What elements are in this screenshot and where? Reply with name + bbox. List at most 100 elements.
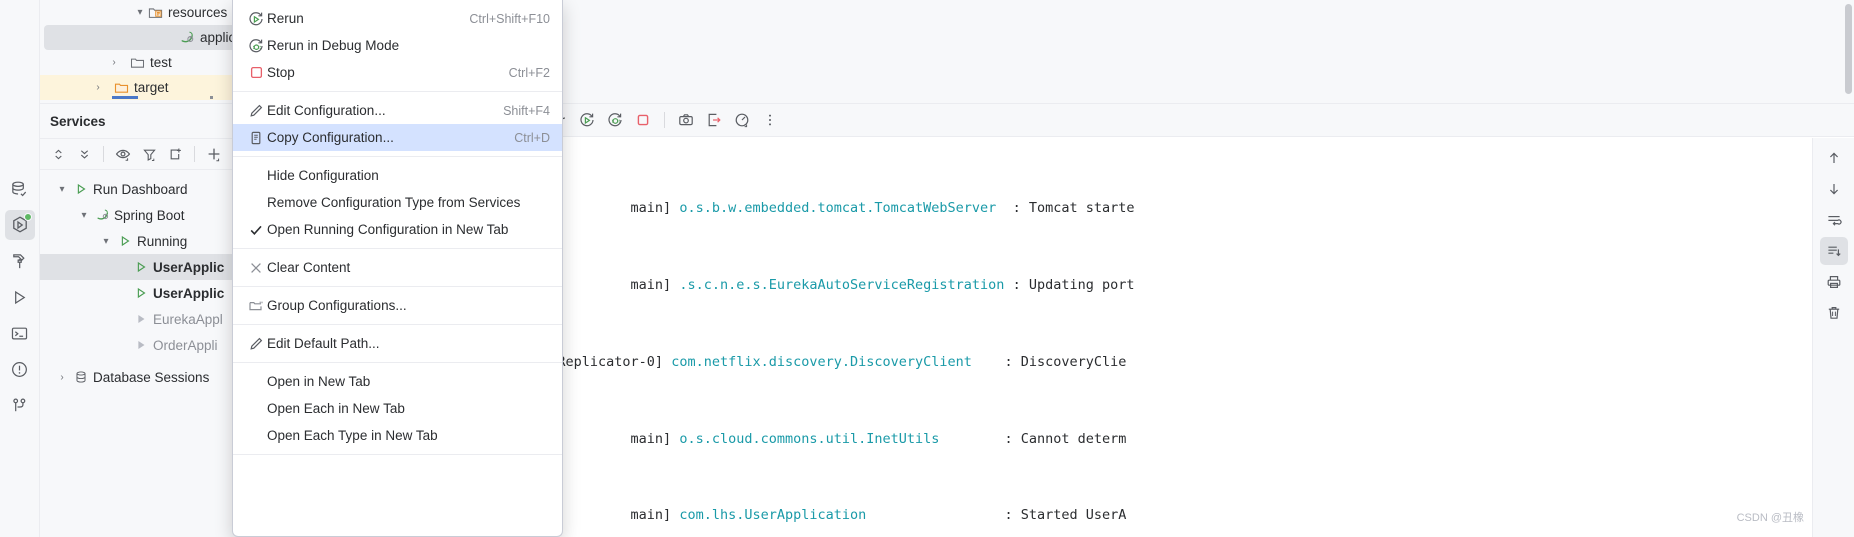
- soft-wrap-icon[interactable]: [1820, 206, 1848, 234]
- menu-separator: [233, 362, 562, 363]
- expand-collapse-icon[interactable]: [46, 142, 70, 166]
- add-tab-icon[interactable]: [163, 142, 187, 166]
- menu-item-rerun-in-debug-mode[interactable]: Rerun in Debug Mode: [233, 32, 562, 59]
- show-hide-icon[interactable]: [111, 142, 135, 166]
- menu-item-label: Rerun in Debug Mode: [267, 38, 400, 53]
- log-message: : Started UserA: [1004, 507, 1127, 524]
- run-play-green-icon: [74, 182, 88, 196]
- log-message: : Cannot determ: [1004, 430, 1127, 447]
- scroll-up-icon[interactable]: [1820, 144, 1848, 172]
- menu-item-edit-configuration[interactable]: Edit Configuration... Shift+F4: [233, 97, 562, 124]
- project-vertical-scrollbar[interactable]: [1845, 4, 1852, 94]
- group-folder-icon: [245, 298, 267, 314]
- menu-item-group-configurations[interactable]: Group Configurations...: [233, 292, 562, 319]
- menu-separator: [233, 324, 562, 325]
- menu-item-open-each-type-in-new-tab[interactable]: Open Each Type in New Tab: [233, 422, 562, 449]
- menu-item-label: Clear Content: [267, 260, 351, 275]
- chevron-down-icon[interactable]: ▾: [54, 184, 70, 195]
- menu-item-open-each-in-new-tab[interactable]: Open Each in New Tab: [233, 395, 562, 422]
- watermark: CSDN @丑橡: [1736, 512, 1804, 524]
- menu-item-shortcut: Shift+F4: [503, 103, 550, 118]
- add-icon[interactable]: [202, 142, 226, 166]
- menu-item-rerun[interactable]: Rerun Ctrl+Shift+F10: [233, 5, 562, 32]
- menu-separator: [233, 156, 562, 157]
- filter-icon[interactable]: [137, 142, 161, 166]
- tree-item-label: EurekaAppl: [153, 311, 223, 327]
- toolbar-separator: [194, 146, 195, 162]
- services-run-icon[interactable]: [4, 210, 35, 240]
- tree-item-label: Run Dashboard: [93, 181, 188, 197]
- tree-item-label: OrderAppli: [153, 337, 218, 353]
- menu-item-open-running-configuration-in-new-tab[interactable]: Open Running Configuration in New Tab: [233, 216, 562, 243]
- run-play-gray-icon: [134, 338, 148, 352]
- stop-icon: [245, 65, 267, 80]
- menu-item-label: Group Configurations...: [267, 298, 407, 313]
- menu-item-label: Rerun: [267, 11, 304, 26]
- camera-icon[interactable]: [674, 108, 698, 132]
- build-hammer-icon[interactable]: [5, 246, 35, 276]
- menu-item-label: Stop: [267, 65, 295, 80]
- log-logger: .s.c.n.e.s.EurekaAutoServiceRegistration: [679, 276, 1013, 293]
- run-play-green-icon: [118, 234, 132, 248]
- check-icon: [245, 222, 267, 238]
- menu-item-remove-configuration-type-from-services[interactable]: Remove Configuration Type from Services: [233, 189, 562, 216]
- menu-item-hide-configuration[interactable]: Hide Configuration: [233, 162, 562, 189]
- menu-item-label: Copy Configuration...: [267, 130, 394, 145]
- chevron-down-icon[interactable]: ▾: [132, 7, 148, 18]
- scroll-to-end-icon[interactable]: [1819, 237, 1848, 265]
- log-logger: com.lhs.UserApplication: [679, 507, 1005, 524]
- menu-item-label: Edit Default Path...: [267, 336, 380, 351]
- collapse-all-icon[interactable]: [72, 142, 96, 166]
- terminal-icon[interactable]: [5, 318, 35, 348]
- pencil-icon: [245, 336, 267, 352]
- folder-orange-icon: [114, 80, 129, 95]
- menu-item-label: Open Each in New Tab: [267, 401, 405, 416]
- export-icon[interactable]: [702, 108, 726, 132]
- print-icon[interactable]: [1820, 268, 1848, 296]
- chevron-down-icon[interactable]: ▾: [98, 236, 114, 247]
- tree-item-label: UserApplic: [153, 259, 225, 275]
- tree-item-label: Running: [137, 233, 188, 249]
- clear-all-trash-icon[interactable]: [1820, 299, 1848, 327]
- tree-item-label: Spring Boot: [114, 207, 185, 223]
- menu-item-label: Edit Configuration...: [267, 103, 386, 118]
- menu-item-clear-content[interactable]: Clear Content: [233, 254, 562, 281]
- version-control-branch-icon[interactable]: [5, 390, 35, 420]
- chevron-right-icon[interactable]: ›: [106, 57, 122, 68]
- log-message: : Updating port: [1012, 276, 1135, 293]
- rerun-icon[interactable]: [575, 108, 599, 132]
- menu-item-label: Hide Configuration: [267, 168, 379, 183]
- scroll-down-icon[interactable]: [1820, 175, 1848, 203]
- tree-row-label: applic: [200, 30, 236, 45]
- menu-item-copy-configuration[interactable]: Copy Configuration... Ctrl+D: [233, 124, 562, 151]
- run-play-icon[interactable]: [5, 282, 35, 312]
- problems-warning-icon[interactable]: [5, 354, 35, 384]
- log-logger: com.netflix.discovery.DiscoveryClient: [671, 353, 1005, 370]
- menu-item-shortcut: Ctrl+F2: [508, 65, 550, 80]
- chevron-right-icon[interactable]: ›: [54, 372, 70, 383]
- run-play-green-icon: [134, 286, 148, 300]
- log-message: : DiscoveryClie: [1004, 353, 1127, 370]
- menu-separator: [233, 248, 562, 249]
- menu-item-label: Open Running Configuration in New Tab: [267, 222, 509, 237]
- profiler-icon[interactable]: [730, 108, 754, 132]
- database-icon: [74, 370, 88, 384]
- database-check-icon[interactable]: [5, 174, 35, 204]
- tree-item-label: Database Sessions: [93, 369, 210, 385]
- chevron-right-icon[interactable]: ›: [90, 82, 106, 93]
- chevron-down-icon[interactable]: ▾: [76, 210, 92, 221]
- stop-icon[interactable]: [631, 108, 655, 132]
- resources-folder-icon: [148, 5, 163, 20]
- menu-item-open-in-new-tab[interactable]: Open in New Tab: [233, 368, 562, 395]
- menu-item-shortcut: Ctrl+Shift+F10: [469, 11, 550, 26]
- ide-window: ▾ resources applic › test › target Servi…: [0, 0, 1854, 537]
- tree-item-label: UserApplic: [153, 285, 225, 301]
- rerun-debug-icon[interactable]: [603, 108, 627, 132]
- tree-row-label: resources: [168, 5, 228, 20]
- tree-row-label: target: [134, 80, 169, 95]
- menu-item-stop[interactable]: Stop Ctrl+F2: [233, 59, 562, 86]
- left-tool-strip: [0, 0, 40, 537]
- menu-item-edit-default-path[interactable]: Edit Default Path...: [233, 330, 562, 357]
- clear-x-icon: [245, 260, 267, 276]
- more-options-icon[interactable]: [758, 108, 782, 132]
